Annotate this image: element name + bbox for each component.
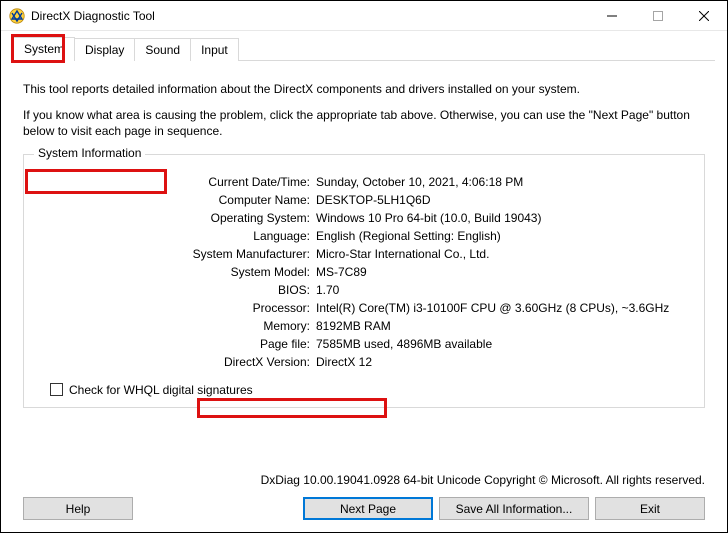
next-page-button[interactable]: Next Page (303, 497, 433, 520)
copyright-line: DxDiag 10.00.19041.0928 64-bit Unicode C… (1, 465, 727, 487)
row-processor: Processor:Intel(R) Core(TM) i3-10100F CP… (36, 299, 692, 317)
value: MS-7C89 (316, 263, 692, 281)
button-label: Exit (640, 502, 660, 516)
tab-label: Display (85, 43, 124, 57)
window-controls (589, 1, 727, 30)
tab-sound[interactable]: Sound (134, 38, 191, 61)
label: Processor: (36, 299, 316, 317)
button-label: Save All Information... (456, 502, 573, 516)
checkbox-icon[interactable] (50, 383, 63, 396)
label: Memory: (36, 317, 316, 335)
row-system-model: System Model:MS-7C89 (36, 263, 692, 281)
tab-label: Input (201, 43, 228, 57)
intro-text: This tool reports detailed information a… (23, 81, 705, 140)
label: Computer Name: (36, 191, 316, 209)
row-bios: BIOS:1.70 (36, 281, 692, 299)
group-legend: System Information (34, 146, 145, 160)
button-label: Help (66, 502, 91, 516)
system-information-group: System Information Current Date/Time:Sun… (23, 154, 705, 408)
minimize-button[interactable] (589, 1, 635, 30)
label: Page file: (36, 335, 316, 353)
value: 1.70 (316, 281, 692, 299)
save-all-info-button[interactable]: Save All Information... (439, 497, 589, 520)
row-directx-version: DirectX Version:DirectX 12 (36, 353, 692, 371)
label: Language: (36, 227, 316, 245)
button-label: Next Page (340, 502, 396, 516)
content-area: This tool reports detailed information a… (1, 61, 727, 465)
row-memory: Memory:8192MB RAM (36, 317, 692, 335)
label: Current Date/Time: (36, 173, 316, 191)
tab-label: System (24, 42, 64, 56)
row-operating-system: Operating System:Windows 10 Pro 64-bit (… (36, 209, 692, 227)
dxdiag-icon (9, 8, 25, 24)
intro-paragraph-2: If you know what area is causing the pro… (23, 107, 705, 139)
value: 7585MB used, 4896MB available (316, 335, 692, 353)
row-current-date-time: Current Date/Time:Sunday, October 10, 20… (36, 173, 692, 191)
value: DESKTOP-5LH1Q6D (316, 191, 692, 209)
label: System Model: (36, 263, 316, 281)
row-computer-name: Computer Name:DESKTOP-5LH1Q6D (36, 191, 692, 209)
help-button[interactable]: Help (23, 497, 133, 520)
tab-system[interactable]: System (13, 37, 75, 61)
value: Windows 10 Pro 64-bit (10.0, Build 19043… (316, 209, 692, 227)
window-title: DirectX Diagnostic Tool (31, 9, 589, 23)
titlebar: DirectX Diagnostic Tool (1, 1, 727, 31)
value: DirectX 12 (316, 353, 692, 371)
row-page-file: Page file:7585MB used, 4896MB available (36, 335, 692, 353)
tab-bar: System Display Sound Input (1, 31, 727, 61)
window-frame: DirectX Diagnostic Tool System Display S… (0, 0, 728, 533)
value: Micro-Star International Co., Ltd. (316, 245, 692, 263)
value: 8192MB RAM (316, 317, 692, 335)
row-system-manufacturer: System Manufacturer:Micro-Star Internati… (36, 245, 692, 263)
value: Intel(R) Core(TM) i3-10100F CPU @ 3.60GH… (316, 299, 692, 317)
info-rows: Current Date/Time:Sunday, October 10, 20… (36, 173, 692, 371)
label: Operating System: (36, 209, 316, 227)
label: DirectX Version: (36, 353, 316, 371)
value: English (Regional Setting: English) (316, 227, 692, 245)
label: System Manufacturer: (36, 245, 316, 263)
tab-display[interactable]: Display (74, 38, 135, 61)
whql-checkbox-row[interactable]: Check for WHQL digital signatures (50, 383, 692, 397)
row-language: Language:English (Regional Setting: Engl… (36, 227, 692, 245)
intro-paragraph-1: This tool reports detailed information a… (23, 81, 705, 97)
tab-input[interactable]: Input (190, 38, 239, 61)
value: Sunday, October 10, 2021, 4:06:18 PM (316, 173, 692, 191)
close-button[interactable] (681, 1, 727, 30)
label: BIOS: (36, 281, 316, 299)
exit-button[interactable]: Exit (595, 497, 705, 520)
button-bar: Help Next Page Save All Information... E… (1, 487, 727, 532)
maximize-button (635, 1, 681, 30)
checkbox-label: Check for WHQL digital signatures (69, 383, 253, 397)
tab-label: Sound (145, 43, 180, 57)
